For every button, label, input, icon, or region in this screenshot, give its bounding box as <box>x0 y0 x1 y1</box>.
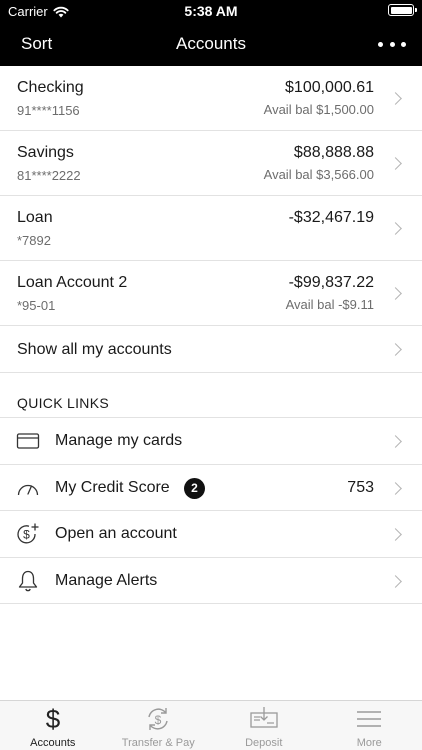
tab-bar: $ Accounts $ Transfer & Pay Deposit More <box>0 700 422 750</box>
available-balance: Avail bal $3,566.00 <box>263 167 374 182</box>
dot <box>378 41 383 47</box>
accounts-list: Checking 91****1156 $100,000.61 Avail ba… <box>0 66 422 604</box>
quick-link-open-account[interactable]: $ Open an account <box>0 511 422 558</box>
status-bar: Carrier 5:38 AM <box>0 0 422 22</box>
navigation-bar: Sort Accounts <box>0 22 422 66</box>
tab-accounts[interactable]: $ Accounts <box>0 701 106 750</box>
dot <box>401 41 406 47</box>
account-balance: -$32,467.19 <box>288 209 374 226</box>
account-row-savings[interactable]: Savings 81****2222 $88,888.88 Avail bal … <box>0 131 422 196</box>
svg-text:$: $ <box>155 713 162 727</box>
dot <box>389 41 395 47</box>
dollar-plus-icon: $ <box>17 523 39 544</box>
show-all-accounts-row[interactable]: Show all my accounts <box>0 326 422 373</box>
quick-link-label: Manage Alerts <box>55 571 158 589</box>
account-row-loan-account-2[interactable]: Loan Account 2 *95-01 -$99,837.22 Avail … <box>0 261 422 326</box>
credit-score-value: 753 <box>347 478 374 496</box>
available-balance: Avail bal -$9.11 <box>285 297 374 312</box>
account-balance: $88,888.88 <box>293 144 374 161</box>
sort-button[interactable]: Sort <box>21 34 52 54</box>
bell-icon <box>18 570 38 591</box>
accounts-screen: Carrier 5:38 AM Sort Accounts Checking 9… <box>0 0 422 750</box>
status-time: 5:38 AM <box>184 3 238 19</box>
credit-card-icon <box>16 433 40 449</box>
tab-label: Accounts <box>30 737 76 749</box>
available-balance: Avail bal $1,500.00 <box>263 102 374 117</box>
page-title: Accounts <box>176 34 246 53</box>
transfer-cycle-icon: $ <box>143 705 173 733</box>
more-dots-icon[interactable] <box>378 34 406 54</box>
check-deposit-icon <box>249 705 279 733</box>
tab-label: Deposit <box>245 737 283 749</box>
account-row-checking[interactable]: Checking 91****1156 $100,000.61 Avail ba… <box>0 66 422 131</box>
chevron-right-icon <box>389 222 402 235</box>
svg-text:$: $ <box>46 705 61 733</box>
tab-label: More <box>356 737 382 749</box>
account-name: Savings <box>17 144 74 161</box>
account-balance: $100,000.61 <box>285 79 374 96</box>
quick-link-label: My Credit Score <box>55 478 170 496</box>
chevron-right-icon <box>389 287 402 300</box>
quick-link-credit-score[interactable]: My Credit Score 2 753 <box>0 465 422 511</box>
chevron-right-icon <box>389 92 402 105</box>
chevron-right-icon <box>389 435 402 448</box>
tab-deposit[interactable]: Deposit <box>211 701 317 750</box>
chevron-right-icon <box>389 574 402 588</box>
quick-link-manage-alerts[interactable]: Manage Alerts <box>0 558 422 604</box>
account-name: Loan <box>17 209 53 226</box>
account-name: Loan Account 2 <box>17 274 128 291</box>
quick-link-label: Manage my cards <box>55 432 183 449</box>
account-name: Checking <box>17 79 84 96</box>
account-balance: -$99,837.22 <box>288 274 374 291</box>
svg-text:$: $ <box>23 528 30 542</box>
tab-more[interactable]: More <box>317 701 422 750</box>
show-all-label: Show all my accounts <box>17 341 172 358</box>
battery-icon <box>388 4 417 16</box>
dollar-icon: $ <box>38 705 68 733</box>
chevron-right-icon <box>389 343 402 356</box>
quick-link-label: Open an account <box>55 525 177 542</box>
chevron-right-icon <box>389 157 402 170</box>
account-row-loan[interactable]: Loan *7892 -$32,467.19 <box>0 196 422 261</box>
account-number: 81****2222 <box>17 168 81 183</box>
quick-links-header: QUICK LINKS <box>0 373 422 418</box>
gauge-icon <box>17 484 39 495</box>
top-bar: Carrier 5:38 AM Sort Accounts <box>0 0 422 66</box>
chevron-right-icon <box>389 481 402 495</box>
account-number: *95-01 <box>17 298 56 313</box>
chevron-right-icon <box>389 528 402 541</box>
tab-label: Transfer & Pay <box>121 737 195 749</box>
tab-transfer-pay[interactable]: $ Transfer & Pay <box>106 701 212 750</box>
quick-link-manage-cards[interactable]: Manage my cards <box>0 418 422 465</box>
quick-links-title: QUICK LINKS <box>17 395 109 411</box>
menu-lines-icon <box>354 705 384 733</box>
account-number: 91****1156 <box>17 103 80 118</box>
notification-badge: 2 <box>184 477 205 499</box>
account-number: *7892 <box>17 233 51 248</box>
